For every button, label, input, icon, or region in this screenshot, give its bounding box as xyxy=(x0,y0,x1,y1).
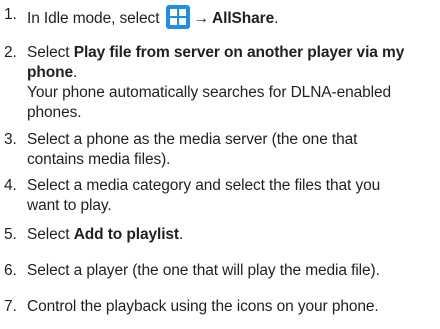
arrow-glyph: → xyxy=(193,10,210,27)
step-number: 3. xyxy=(4,131,17,148)
step-number: 2. xyxy=(4,44,17,61)
option-label-cont: phone xyxy=(27,64,73,81)
step-number: 1. xyxy=(4,6,17,23)
step-number: 5. xyxy=(4,226,17,243)
option-label: Add to playlist xyxy=(73,226,179,243)
step-text-prefix: In Idle mode, select xyxy=(27,10,160,27)
step-text: Select a media category and select the f… xyxy=(27,177,381,214)
instruction-steps: 1. In Idle mode, select → AllShare. 2. Se… xyxy=(0,0,440,329)
step-text: Select Add to playlist. xyxy=(27,226,184,243)
step-text: Control the playback using the icons on … xyxy=(27,298,379,315)
step-text: Select Play file from server on another … xyxy=(27,43,437,123)
step-number: 7. xyxy=(4,298,17,315)
step-note-cont: phones. xyxy=(27,104,82,121)
step-number: 4. xyxy=(4,177,17,194)
step-text: Select a phone as the media server (the … xyxy=(27,131,358,168)
option-label: Play file from server on another player … xyxy=(73,44,405,61)
step-note: Your phone automatically searches for DL… xyxy=(27,84,392,101)
step-text: In Idle mode, select → AllShare. xyxy=(27,5,437,29)
menu-path-allshare: AllShare xyxy=(212,10,275,27)
step-number: 6. xyxy=(4,262,17,279)
step-text: Select a player (the one that will play … xyxy=(27,262,380,279)
apps-grid-icon xyxy=(165,5,190,29)
